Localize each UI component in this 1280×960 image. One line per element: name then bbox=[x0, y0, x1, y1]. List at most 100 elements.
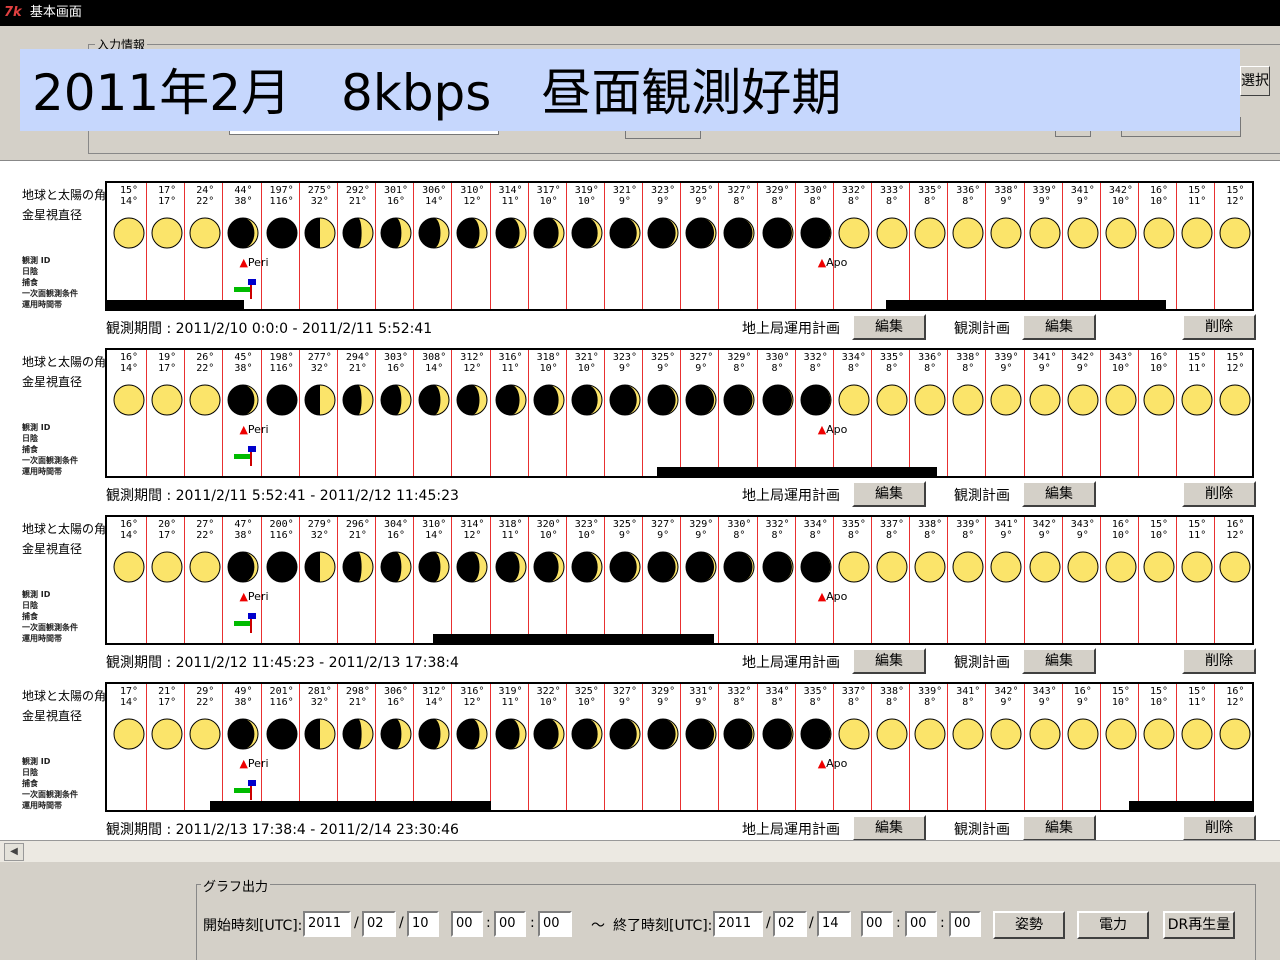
day-column: 19° 17° bbox=[148, 352, 186, 416]
start-day-field[interactable]: 10 bbox=[407, 911, 439, 937]
diameter-value: 14° bbox=[425, 363, 444, 374]
end-year-field[interactable]: 2011 bbox=[713, 911, 763, 937]
diameter-value: 10° bbox=[577, 363, 596, 374]
venus-phase-icon bbox=[723, 384, 755, 416]
diameter-value: 38° bbox=[234, 530, 253, 541]
day-column: 335° 8° bbox=[797, 686, 835, 750]
venus-phase-icon bbox=[609, 718, 641, 750]
sun-angle-value: 298° bbox=[345, 686, 370, 697]
diameter-value: 14° bbox=[425, 530, 444, 541]
diameter-value: 21° bbox=[348, 697, 367, 708]
sun-angle-value: 334° bbox=[841, 352, 866, 363]
day-column: 320° 10° bbox=[530, 519, 568, 583]
diameter-value: 8° bbox=[847, 363, 860, 374]
day-column: 304° 16° bbox=[377, 519, 415, 583]
day-column: 279° 32° bbox=[301, 519, 339, 583]
venus-phase-icon bbox=[838, 718, 870, 750]
venus-phase-icon bbox=[113, 384, 145, 416]
legend-spacer bbox=[22, 392, 104, 422]
day-column: 334° 8° bbox=[835, 352, 873, 416]
venus-phase-icon bbox=[113, 217, 145, 249]
panel-legend: 地球と太陽の角 金星視直径 観測 ID 日陰 捕食 一次面観測条件 運用時間帯 bbox=[22, 519, 106, 644]
end-day-field[interactable]: 14 bbox=[817, 911, 851, 937]
end-minute-field[interactable]: 00 bbox=[905, 911, 937, 937]
end-month-field[interactable]: 02 bbox=[773, 911, 807, 937]
schedule-panel: 地球と太陽の角 金星視直径 観測 ID 日陰 捕食 一次面観測条件 運用時間帯 16° 14° 2… bbox=[0, 501, 1260, 674]
day-column: 323° 9° bbox=[644, 185, 682, 249]
venus-phase-icon bbox=[304, 551, 336, 583]
start-year-field[interactable]: 2011 bbox=[303, 911, 351, 937]
venus-phase-icon bbox=[723, 551, 755, 583]
sun-angle-value: 310° bbox=[460, 185, 485, 196]
venus-phase-icon bbox=[762, 551, 794, 583]
select-button[interactable]: 選択 bbox=[1240, 66, 1270, 96]
diameter-value: 22° bbox=[196, 530, 215, 541]
sun-angle-value: 334° bbox=[803, 519, 828, 530]
diameter-value: 8° bbox=[771, 530, 784, 541]
dr-playback-button[interactable]: DR再生量 bbox=[1163, 911, 1235, 939]
scroll-left-arrow-icon[interactable]: ◀ bbox=[4, 843, 24, 861]
peri-label: Peri bbox=[247, 590, 269, 603]
venus-phase-icon bbox=[647, 551, 679, 583]
sun-angle-value: 332° bbox=[727, 686, 752, 697]
delete-button[interactable]: 削除 bbox=[1182, 815, 1256, 841]
diameter-value: 12° bbox=[1226, 196, 1245, 207]
day-column: 306° 14° bbox=[415, 185, 453, 249]
sun-angle-value: 335° bbox=[841, 519, 866, 530]
venus-phase-icon bbox=[1029, 217, 1061, 249]
sun-angle-value: 26° bbox=[196, 352, 215, 363]
day-column: 323° 9° bbox=[606, 352, 644, 416]
start-month-field[interactable]: 02 bbox=[362, 911, 396, 937]
venus-phase-icon bbox=[456, 718, 488, 750]
obs-plan-edit-button[interactable]: 編集 bbox=[1022, 815, 1096, 841]
power-button[interactable]: 電力 bbox=[1077, 911, 1149, 939]
flag-blue bbox=[248, 446, 257, 452]
start-second-field[interactable]: 00 bbox=[538, 911, 572, 937]
sun-angle-value: 336° bbox=[918, 352, 943, 363]
sun-angle-value: 335° bbox=[803, 686, 828, 697]
start-hour-field[interactable]: 00 bbox=[451, 911, 483, 937]
diameter-value: 9° bbox=[1076, 530, 1089, 541]
end-second-field[interactable]: 00 bbox=[949, 911, 981, 937]
ground-plan-edit-button[interactable]: 編集 bbox=[852, 815, 926, 841]
legend-small-label: 観測 ID bbox=[22, 757, 51, 766]
sun-angle-value: 16° bbox=[1150, 352, 1169, 363]
diameter-value: 10° bbox=[539, 196, 558, 207]
diameter-value: 17° bbox=[158, 196, 177, 207]
horizontal-scrollbar[interactable]: ◀ bbox=[0, 840, 1280, 862]
legend-venus-diameter: 金星視直径 bbox=[22, 208, 83, 222]
day-column: 332° 8° bbox=[759, 519, 797, 583]
day-column: 15° 12° bbox=[1216, 352, 1254, 416]
sun-angle-value: 306° bbox=[384, 686, 409, 697]
sun-angle-value: 323° bbox=[574, 519, 599, 530]
venus-phase-icon bbox=[723, 217, 755, 249]
end-hour-field[interactable]: 00 bbox=[861, 911, 893, 937]
venus-phase-icon bbox=[1219, 551, 1251, 583]
start-minute-field[interactable]: 00 bbox=[494, 911, 526, 937]
attitude-button[interactable]: 姿勢 bbox=[993, 911, 1065, 939]
venus-phase-icon bbox=[380, 384, 412, 416]
day-column: 201° 116° bbox=[263, 686, 301, 750]
day-column: 325° 9° bbox=[606, 519, 644, 583]
sun-angle-value: 343° bbox=[1108, 352, 1133, 363]
diameter-value: 17° bbox=[158, 697, 177, 708]
sun-angle-value: 343° bbox=[1070, 519, 1095, 530]
sun-angle-value: 335° bbox=[879, 352, 905, 363]
diameter-value: 38° bbox=[234, 196, 253, 207]
sun-angle-value: 15° bbox=[1226, 185, 1245, 196]
diameter-value: 9° bbox=[1000, 530, 1013, 541]
day-column: 322° 10° bbox=[530, 686, 568, 750]
venus-phase-icon bbox=[113, 551, 145, 583]
sun-angle-value: 339° bbox=[918, 686, 943, 697]
venus-phase-icon bbox=[1181, 551, 1213, 583]
diameter-value: 8° bbox=[733, 196, 746, 207]
sun-angle-value: 339° bbox=[956, 519, 981, 530]
diameter-value: 9° bbox=[618, 530, 631, 541]
venus-phase-icon bbox=[800, 551, 832, 583]
sun-angle-value: 15° bbox=[1150, 519, 1169, 530]
sun-angle-value: 17° bbox=[119, 686, 139, 697]
venus-phase-icon bbox=[914, 384, 946, 416]
diameter-value: 11° bbox=[1188, 196, 1207, 207]
sun-angle-value: 15° bbox=[1188, 185, 1207, 196]
venus-phase-icon bbox=[876, 217, 908, 249]
